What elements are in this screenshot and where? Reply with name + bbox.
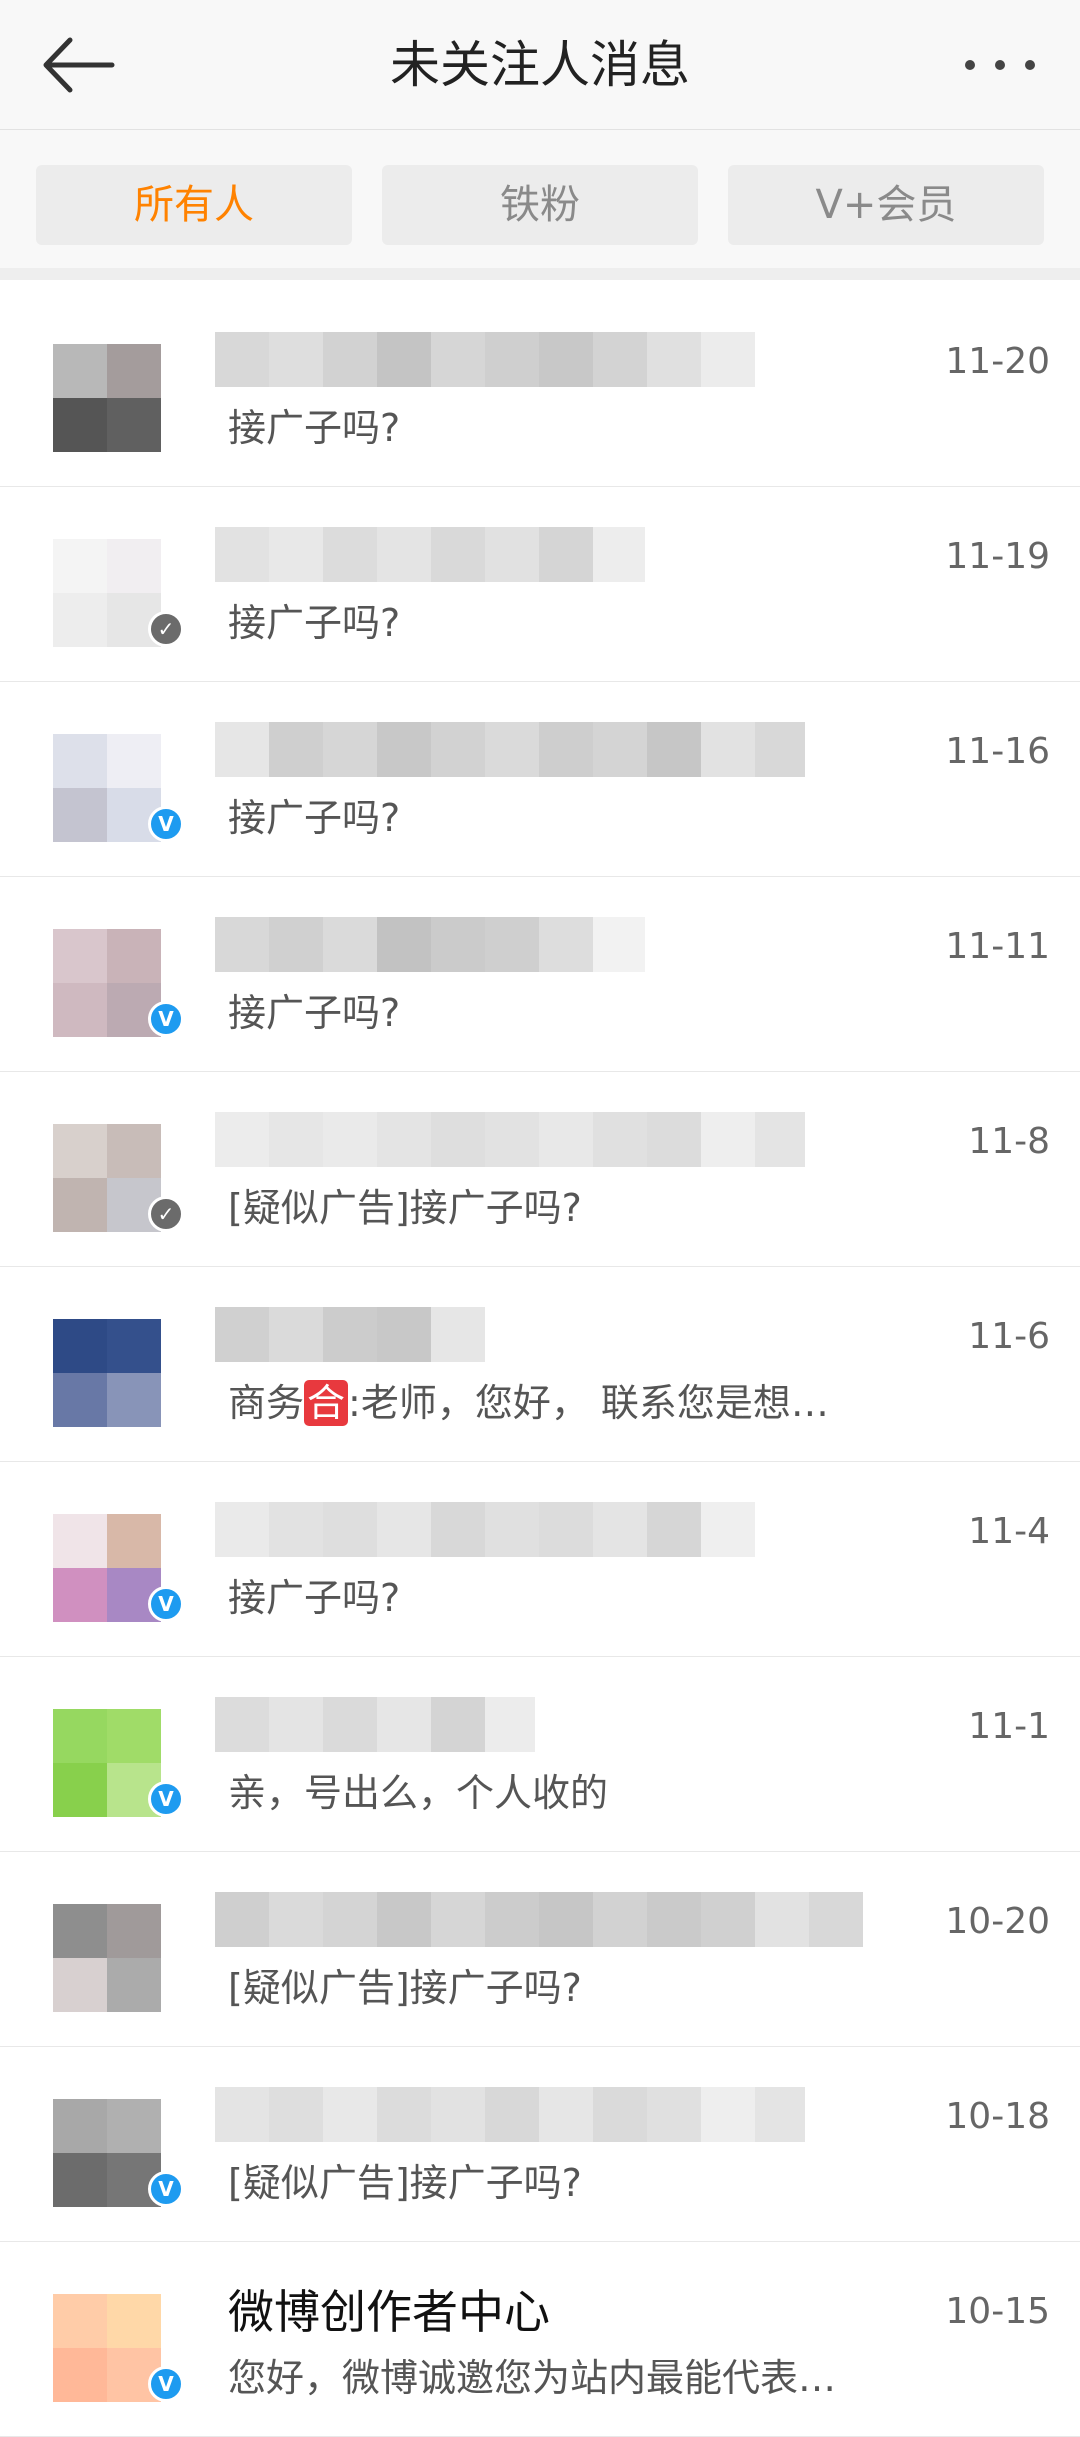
more-dots-icon xyxy=(965,60,1035,70)
blurred-name xyxy=(215,722,805,777)
message-date: 11-4 xyxy=(968,1511,1050,1552)
message-preview: 接广子吗? xyxy=(228,406,401,450)
blurred-name xyxy=(215,1112,805,1167)
list-item[interactable]: ✓ 11-8 [疑似广告]接广子吗? xyxy=(0,1072,1080,1267)
tab-vplus-members[interactable]: V+会员 xyxy=(728,165,1044,245)
verified-badge-icon: V xyxy=(148,1586,184,1622)
blurred-name xyxy=(215,1307,485,1362)
message-date: 11-11 xyxy=(945,926,1050,967)
list-item[interactable]: V 10-18 [疑似广告]接广子吗? xyxy=(0,2047,1080,2242)
message-preview: 接广子吗? xyxy=(228,1576,401,1620)
verified-badge-icon: ✓ xyxy=(148,1196,184,1232)
blurred-name xyxy=(215,332,755,387)
app-header: 未关注人消息 xyxy=(0,0,1080,130)
message-preview: 接广子吗? xyxy=(228,991,401,1035)
list-item[interactable]: V 11-1 亲，号出么，个人收的 xyxy=(0,1657,1080,1852)
message-preview: [疑似广告]接广子吗? xyxy=(228,1186,582,1230)
verified-badge-icon: V xyxy=(148,2366,184,2402)
list-item[interactable]: 10-20 [疑似广告]接广子吗? xyxy=(0,1852,1080,2047)
page-title: 未关注人消息 xyxy=(390,36,690,94)
verified-badge-icon: V xyxy=(148,1781,184,1817)
list-item[interactable]: V 微博创作者中心 10-15 您好，微博诚邀您为站内最能代表… xyxy=(0,2242,1080,2437)
blurred-name xyxy=(215,917,645,972)
message-date: 10-18 xyxy=(945,2096,1050,2137)
message-preview: 接广子吗? xyxy=(228,601,401,645)
more-button[interactable] xyxy=(950,40,1050,90)
message-preview: 接广子吗? xyxy=(228,796,401,840)
verified-badge-icon: V xyxy=(148,2171,184,2207)
avatar xyxy=(28,334,178,454)
verified-badge-icon: V xyxy=(148,806,184,842)
verified-badge-icon: ✓ xyxy=(148,611,184,647)
cooperation-tag: 合 xyxy=(304,1380,349,1426)
message-preview: [疑似广告]接广子吗? xyxy=(228,2161,582,2205)
list-item[interactable]: 11-6 商务合:老师，您好， 联系您是想… xyxy=(0,1267,1080,1462)
list-item[interactable]: V 11-11 接广子吗? xyxy=(0,877,1080,1072)
blurred-name xyxy=(215,1502,755,1557)
message-preview: 商务合:老师，您好， 联系您是想… xyxy=(228,1375,829,1431)
message-date: 11-6 xyxy=(968,1316,1050,1357)
list-item[interactable]: 11-20 接广子吗? xyxy=(0,292,1080,487)
message-list: 11-20 接广子吗? ✓ 11-19 接广子吗? V 11-16 接广子吗? … xyxy=(0,292,1080,2437)
message-preview: [疑似广告]接广子吗? xyxy=(228,1966,582,2010)
blurred-name xyxy=(215,527,645,582)
verified-badge-icon: V xyxy=(148,1001,184,1037)
message-preview: 亲，号出么，个人收的 xyxy=(228,1771,609,1815)
message-date: 10-20 xyxy=(945,1901,1050,1942)
tab-all[interactable]: 所有人 xyxy=(36,165,352,245)
list-item[interactable]: V 11-4 接广子吗? xyxy=(0,1462,1080,1657)
blurred-name xyxy=(215,1892,865,1947)
blurred-name xyxy=(215,1697,535,1752)
avatar xyxy=(28,1309,178,1429)
message-date: 11-8 xyxy=(968,1121,1050,1162)
tab-iron-fans[interactable]: 铁粉 xyxy=(382,165,698,245)
message-preview-prefix: 商务 xyxy=(228,1381,305,1425)
filter-tabs: 所有人 铁粉 V+会员 xyxy=(0,130,1080,280)
message-date: 11-19 xyxy=(945,536,1050,577)
blurred-name xyxy=(215,2087,805,2142)
message-date: 11-1 xyxy=(968,1706,1050,1747)
sender-name: 微博创作者中心 xyxy=(228,2285,550,2339)
message-date: 11-16 xyxy=(945,731,1050,772)
list-item[interactable]: V 11-16 接广子吗? xyxy=(0,682,1080,877)
message-preview: 您好，微博诚邀您为站内最能代表… xyxy=(228,2356,837,2400)
message-preview-text: :老师，您好， 联系您是想… xyxy=(348,1381,829,1425)
list-item[interactable]: ✓ 11-19 接广子吗? xyxy=(0,487,1080,682)
message-date: 11-20 xyxy=(945,341,1050,382)
avatar xyxy=(28,1894,178,2014)
message-date: 10-15 xyxy=(945,2291,1050,2332)
